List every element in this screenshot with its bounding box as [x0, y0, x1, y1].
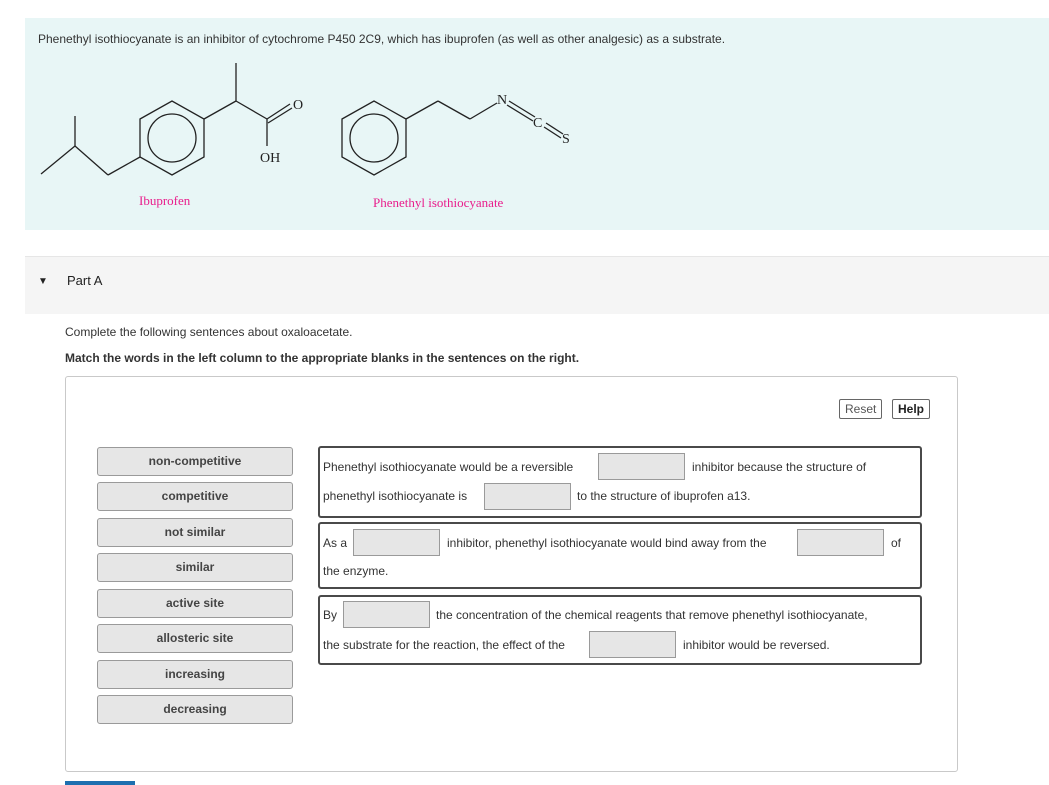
sentence-2-text-d: the enzyme.	[323, 564, 389, 578]
word-tile-decreasing[interactable]: decreasing	[97, 695, 293, 724]
nitrogen-atom: N	[497, 93, 507, 108]
ibuprofen-structure	[40, 63, 293, 176]
sentence-3-text-c: the substrate for the reaction, the effe…	[323, 638, 565, 652]
answer-blank-3[interactable]	[353, 529, 440, 556]
answer-blank-2[interactable]	[484, 483, 571, 510]
instruction-bold-text: Match the words in the left column to th…	[65, 351, 580, 365]
hydroxyl-atom: OH	[260, 151, 280, 166]
phenethyl-isothiocyanate-structure	[341, 100, 564, 176]
help-button[interactable]: Help	[892, 399, 931, 419]
word-tile-non-competitive[interactable]: non-competitive	[97, 447, 293, 476]
sentence-1-text-b: inhibitor because the structure of	[692, 460, 867, 474]
answer-blank-4[interactable]	[797, 529, 884, 556]
sentence-3-text-d: inhibitor would be reversed.	[683, 638, 830, 652]
word-tile-increasing[interactable]: increasing	[97, 660, 293, 689]
sulfur-atom: S	[562, 132, 570, 147]
sentence-1-text-a: Phenethyl isothiocyanate would be a reve…	[323, 460, 574, 474]
ibuprofen-label: Ibuprofen	[139, 193, 191, 208]
answer-blank-1[interactable]	[598, 453, 685, 480]
submit-button-edge[interactable]	[65, 781, 135, 785]
word-tile-active-site[interactable]: active site	[97, 589, 293, 618]
word-tile-allosteric-site[interactable]: allosteric site	[97, 624, 293, 653]
oxygen-atom: O	[293, 98, 303, 113]
sentence-2-text-c: of	[891, 536, 902, 550]
answer-blank-6[interactable]	[589, 631, 676, 658]
carbon-atom: C	[533, 116, 542, 131]
part-header	[25, 256, 1049, 314]
sentence-2-text-b: inhibitor, phenethyl isothiocyanate woul…	[447, 536, 767, 550]
sentence-2-text-a: As a	[323, 536, 348, 550]
answer-blank-5[interactable]	[343, 601, 430, 628]
part-title[interactable]: Part A	[67, 273, 102, 288]
sentence-3-text-b: the concentration of the chemical reagen…	[436, 608, 868, 622]
word-tile-competitive[interactable]: competitive	[97, 482, 293, 511]
reset-button[interactable]: Reset	[839, 399, 883, 419]
collapse-triangle-icon[interactable]: ▼	[38, 276, 48, 287]
sentence-3-text-a: By	[323, 608, 338, 622]
word-tile-not-similar[interactable]: not similar	[97, 518, 293, 547]
sentence-1-text-c: phenethyl isothiocyanate is	[323, 489, 468, 503]
phenethyl-isothiocyanate-label: Phenethyl isothiocyanate	[373, 195, 504, 210]
sentence-1-text-d: to the structure of ibuprofen a13.	[577, 489, 751, 503]
instruction-text: Complete the following sentences about o…	[65, 325, 353, 339]
word-tile-similar[interactable]: similar	[97, 553, 293, 582]
